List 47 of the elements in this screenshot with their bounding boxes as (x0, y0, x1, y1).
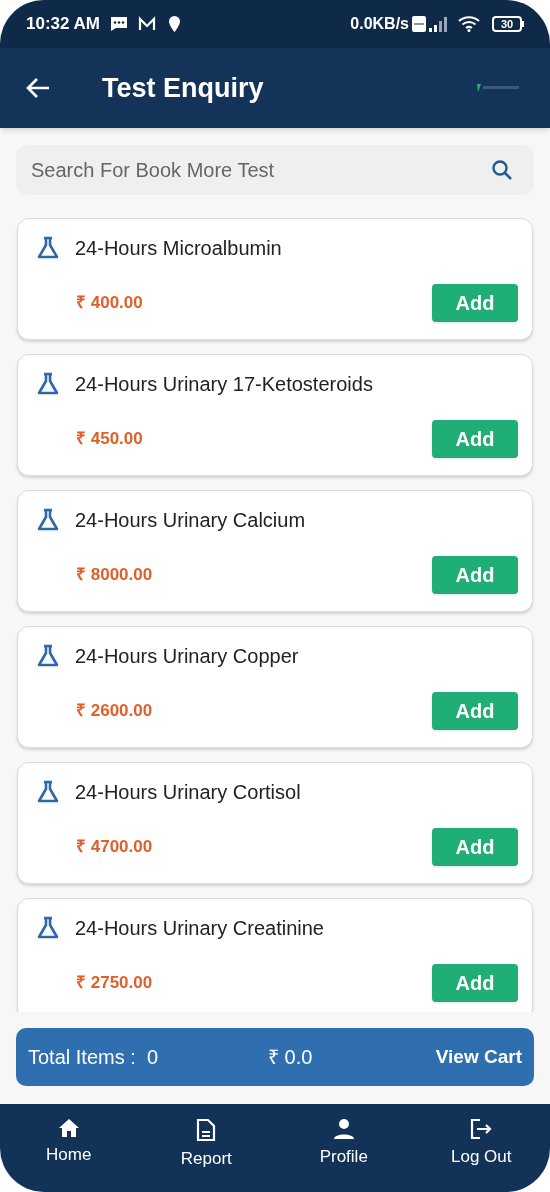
add-button[interactable]: Add (432, 692, 518, 730)
test-price: ₹ 2750.00 (76, 972, 153, 995)
flask-icon (36, 508, 60, 532)
test-price: ₹ 2600.00 (76, 700, 153, 723)
search-field[interactable]: Search For Book More Test (16, 145, 534, 195)
add-button[interactable]: Add (432, 420, 518, 458)
status-time: 10:32 AM (26, 13, 100, 36)
test-name: 24-Hours Urinary Copper (75, 644, 299, 669)
wifi-icon (458, 16, 480, 32)
test-name: 24-Hours Urinary Calcium (75, 508, 306, 533)
test-price: ₹ 450.00 (76, 428, 143, 451)
screen-title: Test Enquiry (102, 71, 264, 105)
nav-item[interactable]: Home (46, 1118, 92, 1168)
test-price: ₹ 8000.00 (76, 564, 153, 587)
location-icon (168, 15, 181, 33)
mail-icon (138, 16, 156, 32)
add-button[interactable]: Add (432, 828, 518, 866)
test-name: 24-Hours Microalbumin (75, 236, 282, 261)
cart-total-amount: ₹ 0.0 (268, 1045, 313, 1070)
flask-icon (36, 644, 60, 668)
home-icon (57, 1118, 80, 1138)
logout-icon (470, 1118, 493, 1140)
test-name: 24-Hours Urinary 17-Ketosteroids (75, 372, 373, 397)
back-arrow-icon[interactable] (26, 77, 50, 99)
document-icon (196, 1118, 217, 1142)
search-icon[interactable] (491, 159, 513, 181)
flask-icon (36, 236, 60, 260)
message-icon (110, 16, 128, 32)
nav-item[interactable]: Profile (319, 1118, 368, 1170)
flask-icon (36, 916, 60, 940)
nav-item[interactable]: Report (180, 1118, 232, 1172)
test-name: 24-Hours Urinary Creatinine (75, 916, 324, 941)
test-name: 24-Hours Urinary Cortisol (75, 780, 301, 805)
flask-icon (36, 372, 60, 396)
nav-item[interactable]: Log Out (451, 1118, 512, 1170)
person-icon (332, 1118, 355, 1140)
add-button[interactable]: Add (432, 284, 518, 322)
total-items-text: Total Items : 0 (28, 1045, 160, 1070)
view-cart-button[interactable]: View Cart (435, 1042, 522, 1072)
add-button[interactable]: Add (432, 964, 518, 1002)
flask-icon (36, 780, 60, 804)
test-price: ₹ 4700.00 (76, 836, 153, 859)
network-speed: 0.0KB/s (350, 14, 409, 34)
test-price: ₹ 400.00 (76, 292, 143, 315)
battery-icon: 30 (492, 16, 524, 32)
signal-icon (428, 16, 448, 32)
add-button[interactable]: Add (432, 556, 518, 594)
